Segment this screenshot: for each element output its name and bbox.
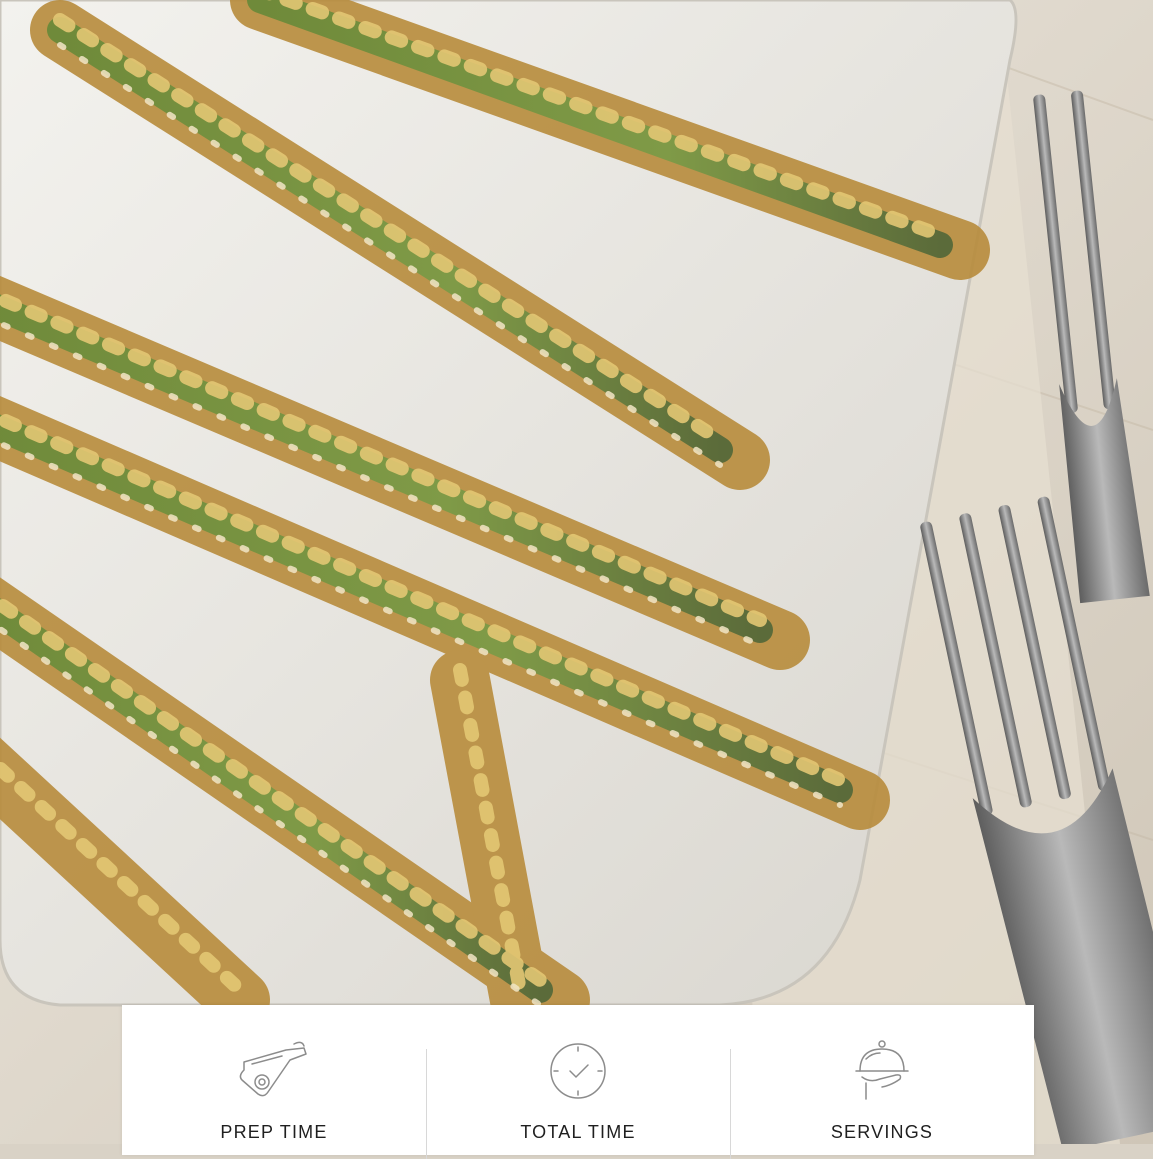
prep-time-label: PREP TIME [220,1122,328,1142]
recipe-info-card: PREP TIME TOTAL TIME SERVINGS [122,1005,1034,1159]
hero-photo [0,0,1153,1144]
total-time-label: TOTAL TIME [520,1122,636,1142]
serving-cloche-icon [846,1035,918,1107]
total-time-info: TOTAL TIME [426,1005,730,1159]
hero-image [0,0,1153,1144]
servings-info: SERVINGS [730,1005,1034,1159]
clock-icon [542,1035,614,1107]
servings-label: SERVINGS [830,1122,934,1142]
cutting-board-icon [238,1035,310,1107]
prep-time-info: PREP TIME [122,1005,426,1155]
